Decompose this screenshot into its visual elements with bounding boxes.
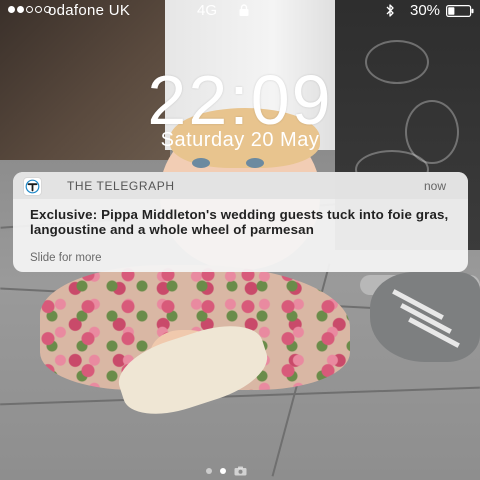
page-dot — [206, 468, 212, 474]
lock-icon — [239, 4, 249, 16]
battery-icon — [446, 5, 474, 17]
lock-screen-time: 22:09 — [147, 61, 333, 139]
battery-percentage: 30% — [410, 2, 441, 19]
carrier-name: odafone UK — [48, 2, 131, 19]
notification-timestamp: now — [423, 179, 446, 193]
camera-icon[interactable] — [234, 466, 247, 476]
page-dot-active — [220, 468, 226, 474]
notification-title: Exclusive: Pippa Middleton's wedding gue… — [30, 207, 449, 237]
signal-strength-icon — [8, 6, 51, 13]
status-bar: odafone UK 4G 30% — [0, 0, 480, 22]
signal-dot — [35, 6, 42, 13]
telegraph-t-icon — [23, 177, 42, 196]
page-indicator — [206, 466, 247, 476]
lock-screen-date: Saturday 20 May — [160, 129, 320, 151]
signal-dot — [17, 6, 24, 13]
signal-dot — [8, 6, 15, 13]
signal-dot — [26, 6, 33, 13]
notification-slide-hint: Slide for more — [30, 252, 102, 264]
network-type: 4G — [197, 2, 218, 19]
bluetooth-icon — [386, 4, 394, 17]
notification-header: THE TELEGRAPH now — [13, 172, 468, 199]
notification-card[interactable]: THE TELEGRAPH now Exclusive: Pippa Middl… — [13, 172, 468, 272]
notification-app-name: THE TELEGRAPH — [67, 179, 175, 193]
